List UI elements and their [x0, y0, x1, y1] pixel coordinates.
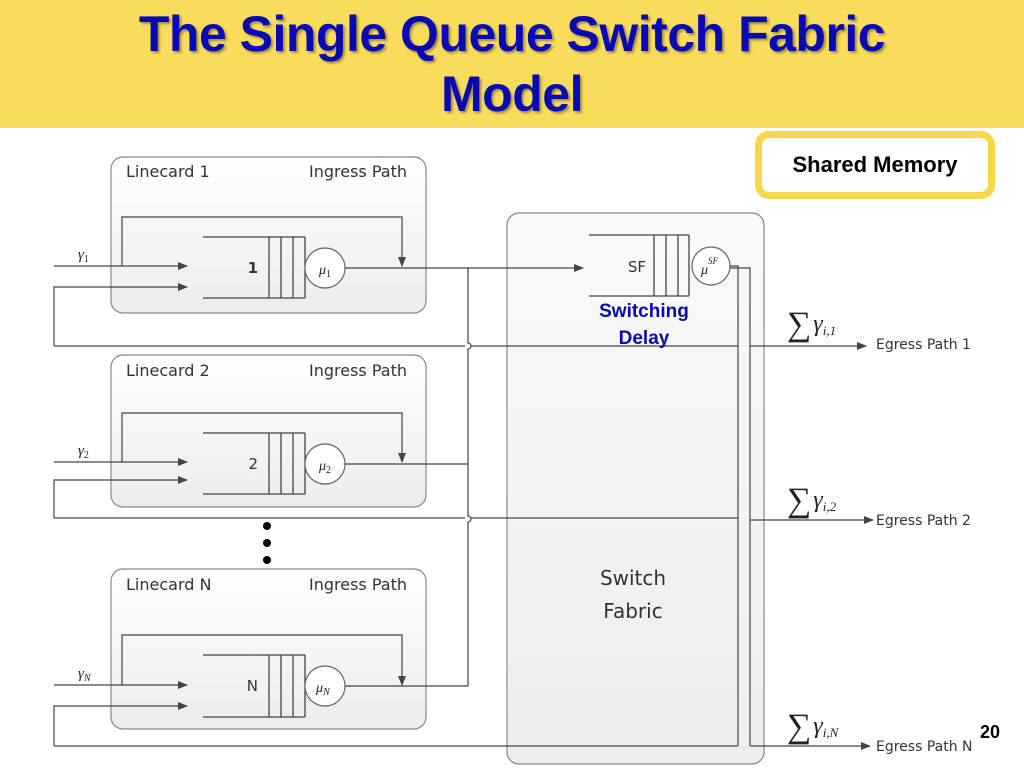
queue-2-label: 2: [248, 455, 258, 473]
arrival-n-sub: N: [83, 673, 92, 684]
service-1-symbol: μ: [318, 263, 326, 278]
queue-1-label: 1: [248, 259, 258, 277]
sf-service-sup: SF: [708, 256, 719, 266]
sf-server: [691, 246, 731, 286]
service-2-sub: 2: [326, 465, 331, 476]
switching-delay-line1: Switching: [599, 301, 689, 322]
egress-1-label: Egress Path 1: [876, 337, 971, 353]
egress-2-label: Egress Path 2: [876, 513, 971, 529]
egress-n: ∑γi,N Egress Path N: [787, 708, 973, 755]
egress-1-sub: i,1: [823, 323, 836, 338]
arrival-1-sub: 1: [84, 254, 89, 265]
ingress-collector-bus: [467, 268, 472, 686]
switch-fabric-label-line2: Fabric: [603, 599, 662, 623]
service-1-sub: 1: [326, 269, 331, 280]
linecard-ellipsis: [263, 522, 271, 564]
sf-service-symbol: μ: [700, 263, 708, 278]
svg-text:∑γi,2: ∑γi,2: [787, 482, 837, 519]
service-n-symbol: μ: [315, 681, 323, 696]
linecard-2-name: Linecard 2: [126, 361, 210, 380]
service-n-sub: N: [322, 687, 331, 698]
linecard-n-path: Ingress Path: [309, 575, 407, 594]
linecard-2-path: Ingress Path: [309, 361, 407, 380]
linecard-1-path: Ingress Path: [309, 162, 407, 181]
sf-queue-label: SF: [628, 258, 646, 276]
service-2-symbol: μ: [318, 459, 326, 474]
egress-2-sum: ∑: [787, 482, 811, 519]
server-n: [304, 665, 346, 707]
egress-1-sum: ∑: [787, 306, 811, 343]
linecard-1-name: Linecard 1: [126, 162, 210, 181]
svg-text:∑γi,N: ∑γi,N: [787, 708, 840, 745]
egress-n-sub: i,N: [823, 725, 840, 740]
arrival-2-sub: 2: [84, 450, 89, 461]
svg-text:γN: γN: [78, 666, 92, 684]
svg-text:γ2: γ2: [78, 443, 89, 461]
svg-text:∑γi,1: ∑γi,1: [787, 306, 836, 343]
switch-fabric-label-line1: Switch: [600, 566, 666, 590]
switch-fabric-diagram: Linecard 1 Ingress Path 1 μ1 γ1 Linecard…: [53, 156, 973, 765]
egress-n-label: Egress Path N: [876, 739, 973, 755]
linecard-n-name: Linecard N: [126, 575, 211, 594]
queue-n-label: N: [247, 677, 258, 695]
egress-n-sum: ∑: [787, 708, 811, 745]
page-number: 20: [980, 722, 1001, 742]
switching-delay-line2: Delay: [619, 328, 670, 349]
egress-2-sub: i,2: [823, 499, 837, 514]
egress-2: ∑γi,2 Egress Path 2: [787, 482, 971, 529]
svg-text:γ1: γ1: [78, 247, 89, 265]
